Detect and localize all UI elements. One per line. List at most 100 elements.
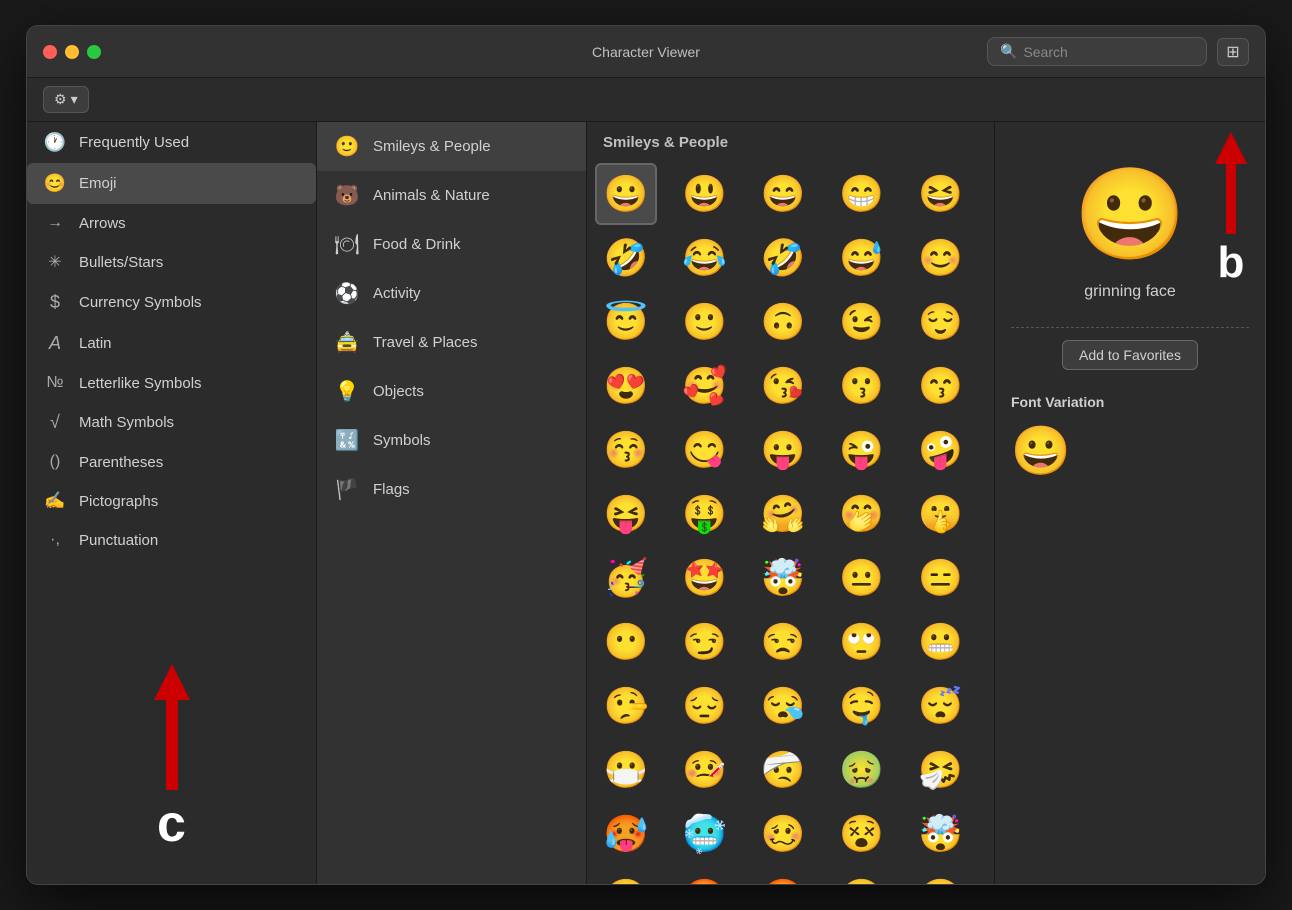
emoji-cell[interactable]: 🤕	[752, 739, 814, 801]
emoji-cell[interactable]: 🤪	[909, 419, 971, 481]
sidebar-item-latin[interactable]: A Latin	[27, 323, 316, 364]
emoji-cell[interactable]: 🙄	[831, 611, 893, 673]
sidebar-item-arrows[interactable]: → Arrows	[27, 204, 316, 242]
emoji-cell[interactable]: 😷	[595, 739, 657, 801]
emoji-cell[interactable]: 😭	[909, 867, 971, 884]
emoji-cell[interactable]: 😝	[595, 483, 657, 545]
emoji-cell[interactable]: 🥳	[595, 547, 657, 609]
emoji-cell[interactable]: 😗	[831, 355, 893, 417]
emoji-cell[interactable]: 😄	[752, 163, 814, 225]
grid-view-button[interactable]: ⊞	[1217, 38, 1249, 66]
close-button[interactable]	[43, 45, 57, 59]
add-to-favorites-button[interactable]: Add to Favorites	[1062, 340, 1198, 370]
emoji-cell[interactable]: 😃	[674, 163, 736, 225]
emoji-cell[interactable]: 😂	[674, 227, 736, 289]
emoji-cell[interactable]: 😜	[831, 419, 893, 481]
emoji-cell[interactable]: 😇	[595, 291, 657, 353]
emoji-cell[interactable]: 🤬	[752, 867, 814, 884]
minimize-button[interactable]	[65, 45, 79, 59]
emoji-cell[interactable]: 🤫	[909, 483, 971, 545]
sidebar-item-punctuation[interactable]: ·, Punctuation	[27, 521, 316, 559]
emoji-cell[interactable]: 🥰	[674, 355, 736, 417]
sidebar-item-parentheses[interactable]: () Parentheses	[27, 443, 316, 481]
emoji-cell[interactable]: 😵	[831, 803, 893, 865]
sidebar-item-pictographs[interactable]: ✍ Pictographs	[27, 481, 316, 521]
emoji-cell[interactable]: 😌	[909, 291, 971, 353]
middle-item-animals[interactable]: 🐻 Animals & Nature	[317, 171, 586, 220]
emoji-cell[interactable]: 🤢	[831, 739, 893, 801]
arrows-icon: →	[43, 214, 67, 232]
emoji-cell[interactable]: 😊	[909, 227, 971, 289]
emoji-cell[interactable]: 🤧	[909, 739, 971, 801]
emoji-cell[interactable]: 🤯	[752, 547, 814, 609]
emoji-cell[interactable]: 🙂	[674, 291, 736, 353]
emoji-cell[interactable]: 😴	[909, 675, 971, 737]
middle-item-objects[interactable]: 💡 Objects	[317, 367, 586, 416]
emoji-cell[interactable]: 😙	[909, 355, 971, 417]
sidebar-item-bullets[interactable]: ✳ Bullets/Stars	[27, 242, 316, 282]
emoji-cell[interactable]: 🤣	[595, 227, 657, 289]
middle-item-travel[interactable]: 🚖 Travel & Places	[317, 318, 586, 367]
middle-item-food[interactable]: 🍽 Food & Drink	[317, 220, 586, 269]
emoji-cell[interactable]: 😶	[595, 611, 657, 673]
emoji-cell[interactable]: 🤤	[831, 675, 893, 737]
titlebar: Character Viewer 🔍 Search ⊞	[27, 26, 1265, 78]
emoji-cell[interactable]: 😒	[752, 611, 814, 673]
sidebar-item-label: Frequently Used	[79, 134, 189, 151]
sidebar-item-currency[interactable]: $ Currency Symbols	[27, 282, 316, 323]
middle-item-activity[interactable]: ⚽ Activity	[317, 269, 586, 318]
emoji-cell[interactable]: 😛	[752, 419, 814, 481]
sidebar-item-letterlike[interactable]: № Letterlike Symbols	[27, 364, 316, 402]
emoji-cell[interactable]: 🤩	[674, 547, 736, 609]
flags-icon: 🏴	[333, 477, 361, 502]
search-bar[interactable]: 🔍 Search	[987, 37, 1207, 66]
emoji-cell[interactable]: 😏	[674, 611, 736, 673]
emoji-cell[interactable]: 🥵	[595, 803, 657, 865]
emoji-cell[interactable]: 🤑	[674, 483, 736, 545]
emoji-cell[interactable]: 🤯	[909, 803, 971, 865]
sidebar-item-emoji[interactable]: 😊 Emoji	[27, 163, 316, 204]
emoji-cell[interactable]: 🥴	[752, 803, 814, 865]
arrow-b-head	[1215, 132, 1247, 164]
travel-icon: 🚖	[333, 330, 361, 355]
middle-item-label: Food & Drink	[373, 236, 461, 253]
emoji-cell[interactable]: 🤣	[752, 227, 814, 289]
emoji-panel-header: Smileys & People	[587, 122, 994, 159]
emoji-cell[interactable]: 🤭	[831, 483, 893, 545]
emoji-cell[interactable]: 😬	[909, 611, 971, 673]
emoji-cell[interactable]: 😋	[674, 419, 736, 481]
emoji-cell[interactable]: 😔	[674, 675, 736, 737]
emoji-cell[interactable]: 😡	[674, 867, 736, 884]
emoji-cell[interactable]: 😅	[831, 227, 893, 289]
emoji-cell[interactable]: 🤥	[595, 675, 657, 737]
emoji-cell[interactable]: 😍	[595, 355, 657, 417]
emoji-cell[interactable]: 😀	[595, 163, 657, 225]
middle-item-label: Activity	[373, 285, 421, 302]
emoji-cell[interactable]: 😑	[909, 547, 971, 609]
middle-item-flags[interactable]: 🏴 Flags	[317, 465, 586, 514]
emoji-cell[interactable]: 😉	[831, 291, 893, 353]
middle-item-smileys[interactable]: 🙂 Smileys & People	[317, 122, 586, 171]
animals-icon: 🐻	[333, 183, 361, 208]
food-icon: 🍽	[333, 232, 361, 257]
emoji-cell[interactable]: 😐	[831, 547, 893, 609]
emoji-cell[interactable]: 😆	[909, 163, 971, 225]
middle-item-label: Flags	[373, 481, 410, 498]
maximize-button[interactable]	[87, 45, 101, 59]
emoji-cell[interactable]: 😚	[595, 419, 657, 481]
emoji-cell[interactable]: 😤	[831, 867, 893, 884]
emoji-cell[interactable]: 🤒	[674, 739, 736, 801]
sidebar-item-frequently-used[interactable]: 🕐 Frequently Used	[27, 122, 316, 163]
arrow-b-shaft	[1226, 164, 1236, 234]
emoji-cell[interactable]: 😠	[595, 867, 657, 884]
emoji-cell[interactable]: 🤗	[752, 483, 814, 545]
settings-button[interactable]: ⚙ ▾	[43, 86, 89, 113]
middle-item-symbols[interactable]: 🔣 Symbols	[317, 416, 586, 465]
emoji-cell[interactable]: 😘	[752, 355, 814, 417]
emoji-cell[interactable]: 😁	[831, 163, 893, 225]
emoji-cell[interactable]: 🙃	[752, 291, 814, 353]
sidebar-item-math[interactable]: √ Math Symbols	[27, 402, 316, 443]
emoji-cell[interactable]: 🥶	[674, 803, 736, 865]
emoji-cell[interactable]: 😪	[752, 675, 814, 737]
currency-icon: $	[43, 292, 67, 313]
